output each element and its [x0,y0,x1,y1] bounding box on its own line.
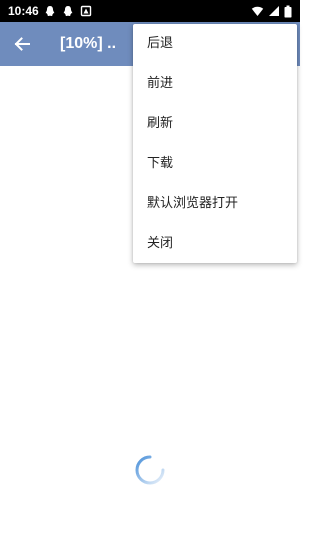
signal-icon [269,6,279,16]
menu-item-close[interactable]: 关闭 [133,224,297,264]
menu-item-refresh[interactable]: 刷新 [133,104,297,144]
arrow-back-icon [14,37,30,51]
menu-item-back[interactable]: 后退 [133,24,297,64]
qq-icon [63,6,73,16]
qq-icon [45,6,55,16]
menu-item-forward[interactable]: 前进 [133,64,297,104]
overflow-menu: 后退 前进 刷新 下载 默认浏览器打开 关闭 [133,24,297,263]
menu-item-download[interactable]: 下载 [133,144,297,184]
menu-item-open-default-browser[interactable]: 默认浏览器打开 [133,184,297,224]
battery-icon [284,5,292,17]
wifi-icon [251,6,264,16]
status-bar: 10:46 [0,0,300,22]
status-system-icons [251,4,292,18]
status-notification-icons [44,4,92,18]
loading-spinner-icon [135,455,165,485]
page-title: [10%] .. [60,35,117,52]
notification-icon [80,5,92,17]
status-time: 10:46 [8,4,39,18]
back-button[interactable] [10,32,34,56]
